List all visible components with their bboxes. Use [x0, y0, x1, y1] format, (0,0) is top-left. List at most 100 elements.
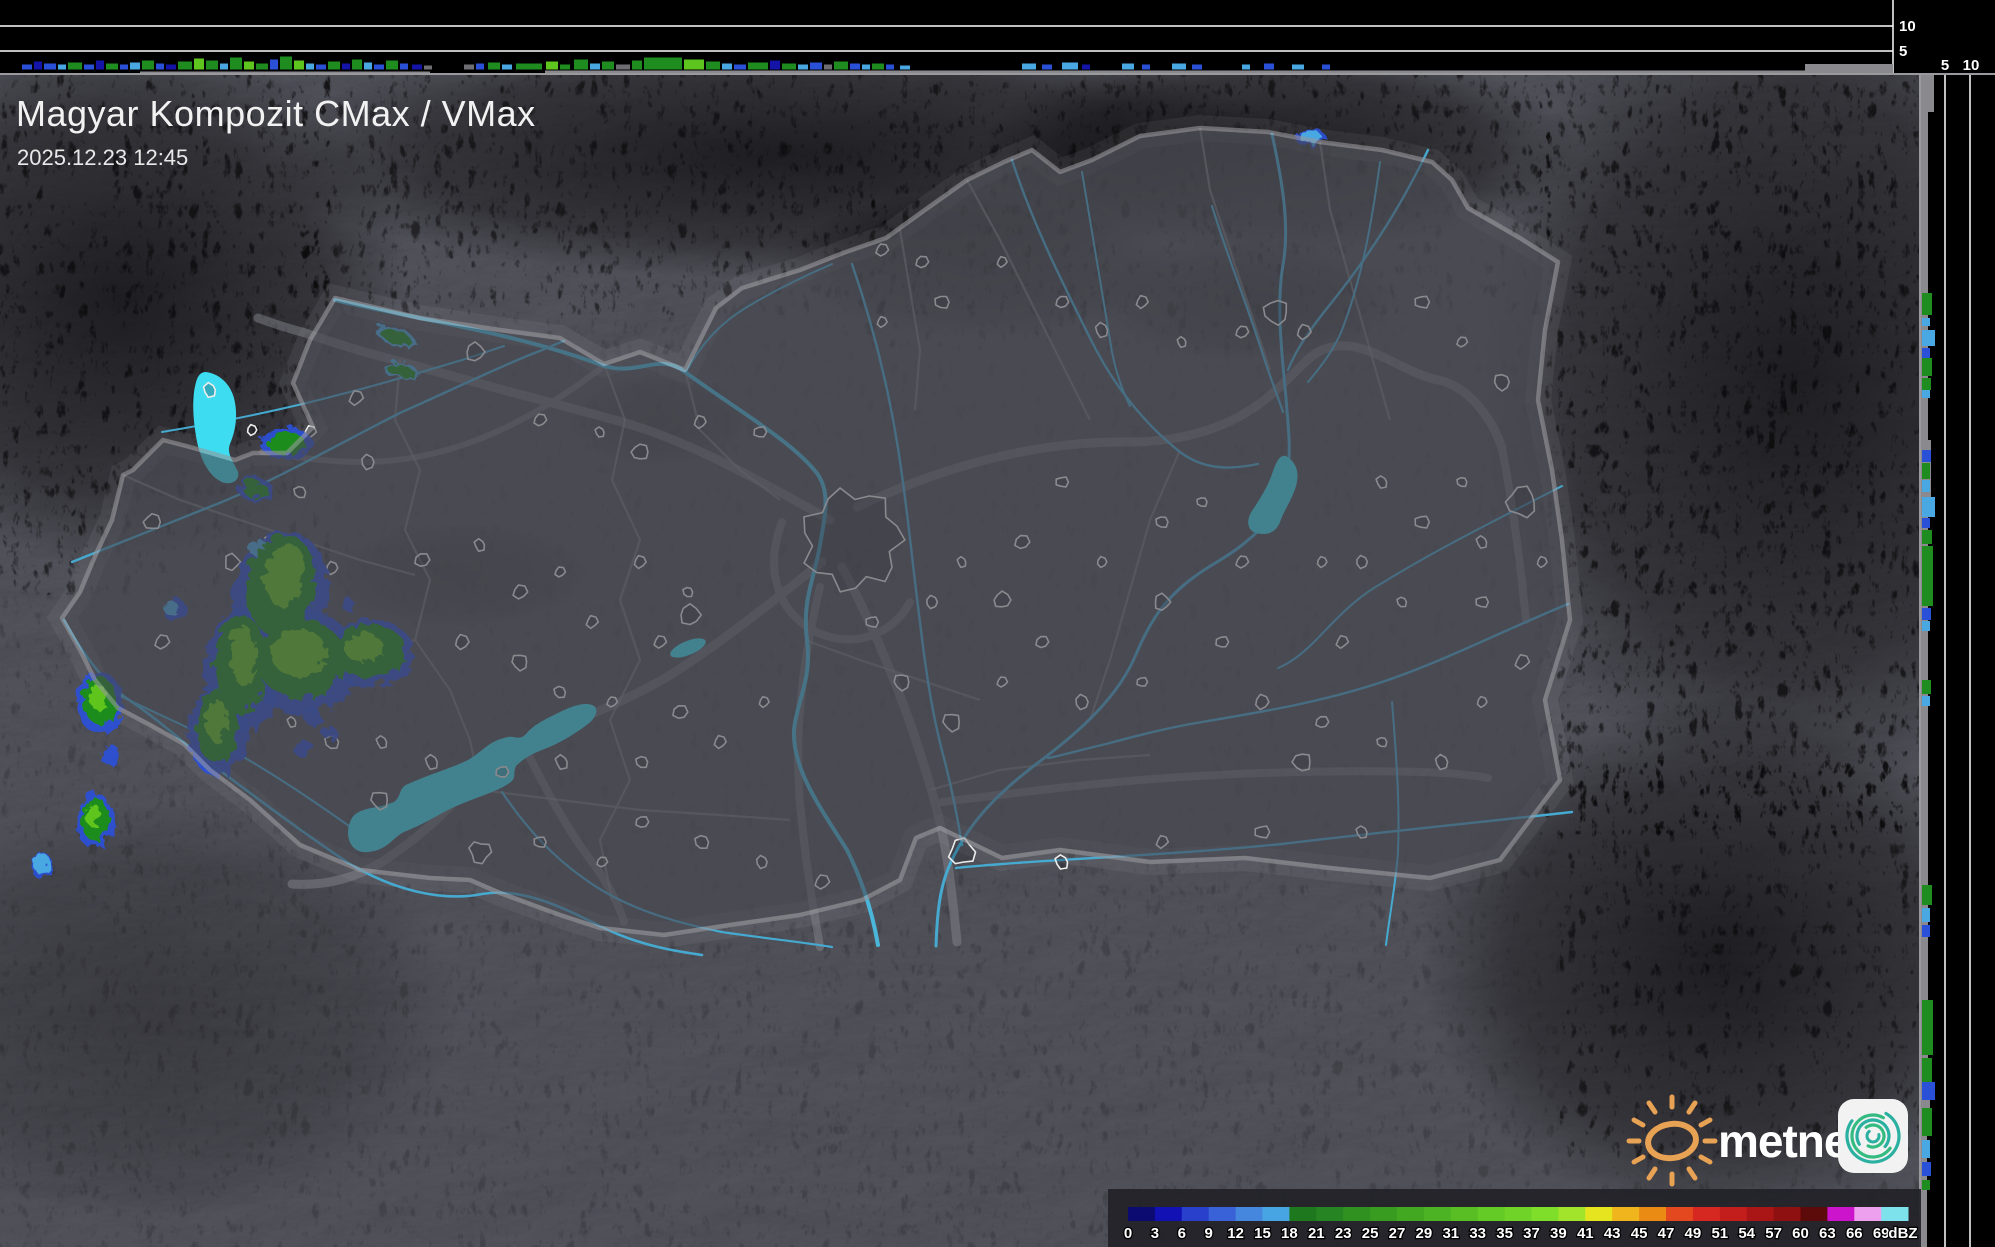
- profile-mark: [1922, 1000, 1933, 1055]
- scale-cell: [1424, 1207, 1451, 1221]
- scale-cell: [1801, 1207, 1828, 1221]
- scale-cell: [1263, 1207, 1290, 1221]
- scale-tick-label: 27: [1389, 1225, 1406, 1242]
- scale-cell: [1827, 1207, 1854, 1221]
- profile-mark: [488, 63, 500, 70]
- profile-mark: [156, 64, 164, 70]
- scale-cell: [1397, 1207, 1424, 1221]
- scale-cell: [1155, 1207, 1182, 1221]
- profile-mark: [1922, 1140, 1930, 1158]
- profile-mark: [1242, 65, 1250, 70]
- profile-mark: [1082, 65, 1090, 70]
- profile-mark: [1922, 378, 1931, 390]
- scale-tick-label: 31: [1442, 1225, 1459, 1242]
- profile-mark: [684, 60, 704, 70]
- scale-cell: [1639, 1207, 1666, 1221]
- profile-mark: [850, 64, 860, 70]
- profile-mark: [1042, 65, 1052, 70]
- profile-mark: [1922, 390, 1930, 398]
- profile-mark: [166, 65, 176, 70]
- profile-mark: [1922, 1108, 1932, 1136]
- echo-blob: [98, 742, 118, 764]
- scale-tick-label: 51: [1711, 1225, 1728, 1242]
- profile-mark: [106, 64, 118, 70]
- scale-cell: [1558, 1207, 1585, 1221]
- scale-tick-label: 57: [1765, 1225, 1782, 1242]
- scale-cell: [1585, 1207, 1612, 1221]
- profile-mark: [546, 62, 558, 70]
- profile-mark: [810, 63, 822, 70]
- profile-mark: [748, 63, 768, 70]
- scale-tick-label: 43: [1604, 1225, 1621, 1242]
- scale-cell: [1478, 1207, 1505, 1221]
- scale-tick-label: 60: [1792, 1225, 1809, 1242]
- scale-cell: [1854, 1207, 1881, 1221]
- profile-mark: [602, 62, 614, 70]
- profile-mark: [352, 60, 362, 70]
- profile-mark: [734, 65, 746, 70]
- scale-tick-label: 69: [1873, 1225, 1890, 1242]
- scale-tick-label: 25: [1362, 1225, 1379, 1242]
- scale-tick-label: 9: [1205, 1225, 1213, 1242]
- profile-mark: [142, 61, 154, 70]
- profile-mark: [516, 64, 542, 70]
- scale-tick-label: 23: [1335, 1225, 1352, 1242]
- profile-mark: [1192, 65, 1202, 70]
- profile-mark: [862, 65, 870, 70]
- profile-mark: [230, 58, 242, 70]
- top-axis-label-10: 10: [1899, 18, 1916, 35]
- profile-mark: [1292, 65, 1304, 70]
- scale-cell: [1182, 1207, 1209, 1221]
- profile-mark: [834, 62, 848, 70]
- scale-tick-label: 37: [1523, 1225, 1540, 1242]
- profile-mark: [632, 61, 642, 70]
- scale-tick-label: 33: [1469, 1225, 1486, 1242]
- profile-mark: [68, 63, 82, 70]
- right-axis-label-10: 10: [1963, 57, 1980, 74]
- profile-mark: [328, 62, 340, 70]
- scale-tick-label: 47: [1658, 1225, 1675, 1242]
- profile-mark: [220, 64, 228, 70]
- profile-mark: [44, 64, 56, 70]
- echo-blob: [30, 849, 46, 871]
- profile-mark: [1922, 330, 1935, 346]
- profile-mark: [1922, 497, 1935, 517]
- profile-mark: [316, 65, 326, 70]
- scale-tick-label: 6: [1178, 1225, 1186, 1242]
- color-scale: 0369121518212325272931333537394143454749…: [1108, 1189, 1921, 1247]
- scale-cell: [1666, 1207, 1693, 1221]
- profile-mark: [1922, 908, 1930, 922]
- profile-mark: [1022, 64, 1036, 70]
- radar-viewer: 10 5 5 10 Magyar Kompozit CMax / VMax 20…: [0, 0, 1995, 1247]
- profile-mark: [1922, 680, 1931, 694]
- profile-mark: [1922, 450, 1931, 462]
- profile-mark: [1922, 1082, 1935, 1100]
- profile-mark: [206, 61, 218, 70]
- profile-mark: [1922, 1162, 1931, 1176]
- profile-mark: [464, 65, 474, 70]
- scale-tick-label: 63: [1819, 1225, 1836, 1242]
- profile-mark: [1922, 480, 1930, 492]
- scale-cell: [1451, 1207, 1478, 1221]
- profile-mark: [130, 63, 140, 70]
- scale-tick-label: 29: [1416, 1225, 1433, 1242]
- profile-mark: [386, 61, 398, 70]
- scale-tick-label: 41: [1577, 1225, 1594, 1242]
- radar-map-canvas: 10 5 5 10 Magyar Kompozit CMax / VMax 20…: [0, 0, 1995, 1247]
- scale-tick-label: 12: [1227, 1225, 1244, 1242]
- profile-mark: [400, 64, 408, 70]
- profile-mark: [1922, 546, 1933, 606]
- profile-mark: [706, 62, 720, 70]
- right-axis-label-5: 5: [1941, 57, 1949, 74]
- scale-cell: [1343, 1207, 1370, 1221]
- profile-mark: [1062, 63, 1078, 70]
- scale-tick-label: 3: [1151, 1225, 1159, 1242]
- profile-mark: [270, 60, 278, 70]
- scale-cell: [1236, 1207, 1263, 1221]
- scale-cell: [1720, 1207, 1747, 1221]
- scale-cell: [1505, 1207, 1532, 1221]
- scale-cell: [1128, 1207, 1155, 1221]
- profile-mark: [244, 62, 254, 70]
- profile-mark: [22, 65, 32, 70]
- profile-mark: [1142, 65, 1150, 70]
